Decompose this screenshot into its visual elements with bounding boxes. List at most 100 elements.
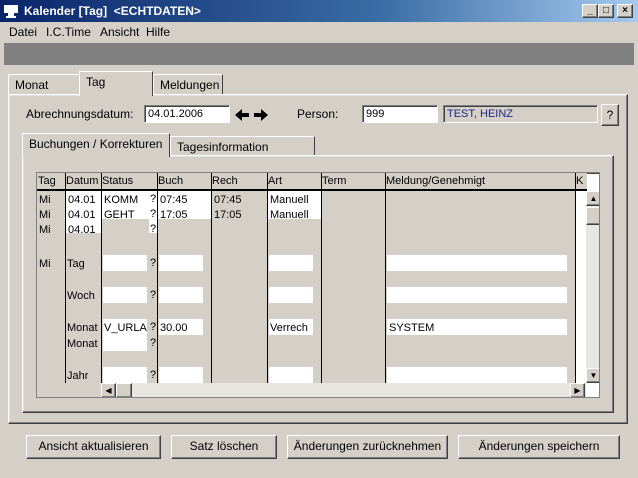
summary-box[interactable] <box>387 255 567 271</box>
cell-tag: Mi <box>39 209 51 221</box>
cell-art[interactable]: Manuell <box>270 193 309 207</box>
save-changes-button[interactable]: Änderungen speichern <box>458 435 620 459</box>
tab-monat[interactable]: Monat <box>8 74 80 94</box>
delete-record-button[interactable]: Satz löschen <box>171 435 277 459</box>
summary-q[interactable]: ? <box>150 321 156 333</box>
summary-box[interactable] <box>103 287 147 303</box>
horizontal-scrollbar[interactable]: ◀ ▶ <box>101 383 586 397</box>
summary-box[interactable] <box>159 255 203 271</box>
header-status[interactable]: Status <box>101 173 157 191</box>
summary-tag: Mi <box>39 258 51 270</box>
menu-bar: Datei I.C.Time Ansicht Hilfe <box>0 22 638 41</box>
header-tag[interactable]: Tag <box>37 173 65 191</box>
close-button[interactable]: × <box>617 4 633 18</box>
cell-q[interactable]: ? <box>150 223 156 235</box>
scroll-thumb-horizontal[interactable] <box>116 383 132 397</box>
scroll-right-button[interactable]: ▶ <box>570 383 585 397</box>
summary-meldung[interactable]: SYSTEM <box>389 321 434 335</box>
cell-datum[interactable]: 04.01 <box>68 193 96 207</box>
summary-box[interactable] <box>103 255 147 271</box>
summary-art[interactable]: Verrech <box>270 321 308 335</box>
header-buch[interactable]: Buch <box>157 173 211 191</box>
person-id-input[interactable]: 999 <box>362 105 438 123</box>
cell-buch[interactable]: 17:05 <box>160 208 188 222</box>
summary-box[interactable] <box>103 367 147 383</box>
menu-ictime[interactable]: I.C.Time <box>46 25 91 39</box>
tab-meldungen-label: Meldungen <box>160 78 220 92</box>
summary-box[interactable] <box>269 287 313 303</box>
cell-buch[interactable]: 07:45 <box>160 193 188 207</box>
summary-box[interactable] <box>269 255 313 271</box>
minimize-button[interactable]: _ <box>582 4 598 18</box>
summary-q[interactable]: ? <box>150 289 156 301</box>
tab-meldungen[interactable]: Meldungen <box>153 74 223 94</box>
revert-changes-button[interactable]: Änderungen zurücknehmen <box>287 435 448 459</box>
summary-buch[interactable]: 30.00 <box>160 321 188 335</box>
summary-label: Monat <box>67 322 98 334</box>
header-term[interactable]: Term <box>321 173 385 191</box>
summary-label: Tag <box>67 258 85 270</box>
header-k[interactable]: K <box>575 173 587 191</box>
summary-label: Jahr <box>67 370 89 382</box>
header-datum[interactable]: Datum <box>65 173 101 191</box>
scroll-left-icon: ◀ <box>105 386 112 395</box>
header-rech[interactable]: Rech <box>211 173 267 191</box>
cell-status[interactable]: GEHT <box>104 208 135 222</box>
summary-box[interactable] <box>387 287 567 303</box>
cell-rech: 17:05 <box>214 209 242 221</box>
scroll-down-button[interactable]: ▼ <box>586 368 599 383</box>
help-button[interactable]: ? <box>601 104 619 126</box>
arrow-left-icon[interactable] <box>233 106 251 124</box>
cell-datum[interactable]: 04.01 <box>68 223 96 237</box>
cell-status[interactable]: KOMM <box>104 193 138 207</box>
maximize-button[interactable]: □ <box>598 4 614 18</box>
window-title: Kalender [Tag] <ECHTDATEN> <box>24 4 201 18</box>
summary-box[interactable] <box>159 367 203 383</box>
minimize-icon: _ <box>587 5 593 16</box>
summary-box[interactable] <box>387 367 567 383</box>
close-icon: × <box>622 5 628 16</box>
vertical-scrollbar[interactable]: ▲ ▼ <box>586 191 599 383</box>
scroll-right-icon: ▶ <box>574 386 581 395</box>
toolbar-band <box>4 43 634 65</box>
scroll-down-icon: ▼ <box>589 371 598 380</box>
tab-join <box>80 93 152 96</box>
summary-box[interactable] <box>159 287 203 303</box>
date-nav <box>233 105 271 125</box>
abrechnungsdatum-input[interactable]: 04.01.2006 <box>144 105 230 123</box>
person-name-field: TEST, HEINZ <box>443 105 598 123</box>
header-meldung[interactable]: Meldung/Genehmigt <box>385 173 575 191</box>
cell-tag: Mi <box>39 224 51 236</box>
summary-status[interactable]: V_URLA <box>104 321 147 335</box>
col-term-bg <box>321 173 385 397</box>
arrow-right-icon[interactable] <box>252 106 270 124</box>
tab-tagesinformation[interactable]: Tagesinformation <box>170 136 315 156</box>
summary-label: Woch <box>67 290 95 302</box>
header-art[interactable]: Art <box>267 173 321 191</box>
summary-q[interactable]: ? <box>150 369 156 381</box>
title-bar: Kalender [Tag] <ECHTDATEN> _ □ × <box>0 0 638 22</box>
summary-box[interactable] <box>269 367 313 383</box>
menu-ansicht[interactable]: Ansicht <box>100 25 139 39</box>
scroll-left-button[interactable]: ◀ <box>101 383 116 397</box>
col-meldung-top-bg <box>385 191 575 233</box>
tab-tag-label: Tag <box>86 75 106 89</box>
booking-table: Tag Datum Status Buch Rech Art Term Meld… <box>36 172 600 398</box>
scroll-thumb-vertical[interactable] <box>586 207 599 225</box>
cell-q[interactable]: ? <box>150 208 156 220</box>
cell-q[interactable]: ? <box>150 193 156 205</box>
menu-datei[interactable]: Datei <box>9 25 37 39</box>
cell-tag: Mi <box>39 194 51 206</box>
tab-buchungen[interactable]: Buchungen / Korrekturen <box>22 133 170 157</box>
scroll-up-button[interactable]: ▲ <box>586 191 599 206</box>
menu-hilfe[interactable]: Hilfe <box>146 25 170 39</box>
summary-q[interactable]: ? <box>150 337 156 349</box>
tab-buchungen-label: Buchungen / Korrekturen <box>29 137 163 151</box>
summary-q[interactable]: ? <box>150 257 156 269</box>
refresh-view-button[interactable]: Ansicht aktualisieren <box>26 435 161 459</box>
tab-monat-label: Monat <box>15 78 49 92</box>
cell-datum[interactable]: 04.01 <box>68 208 96 222</box>
cell-art[interactable]: Manuell <box>270 208 309 222</box>
summary-label: Monat <box>67 338 98 350</box>
maximize-icon: □ <box>602 5 610 16</box>
